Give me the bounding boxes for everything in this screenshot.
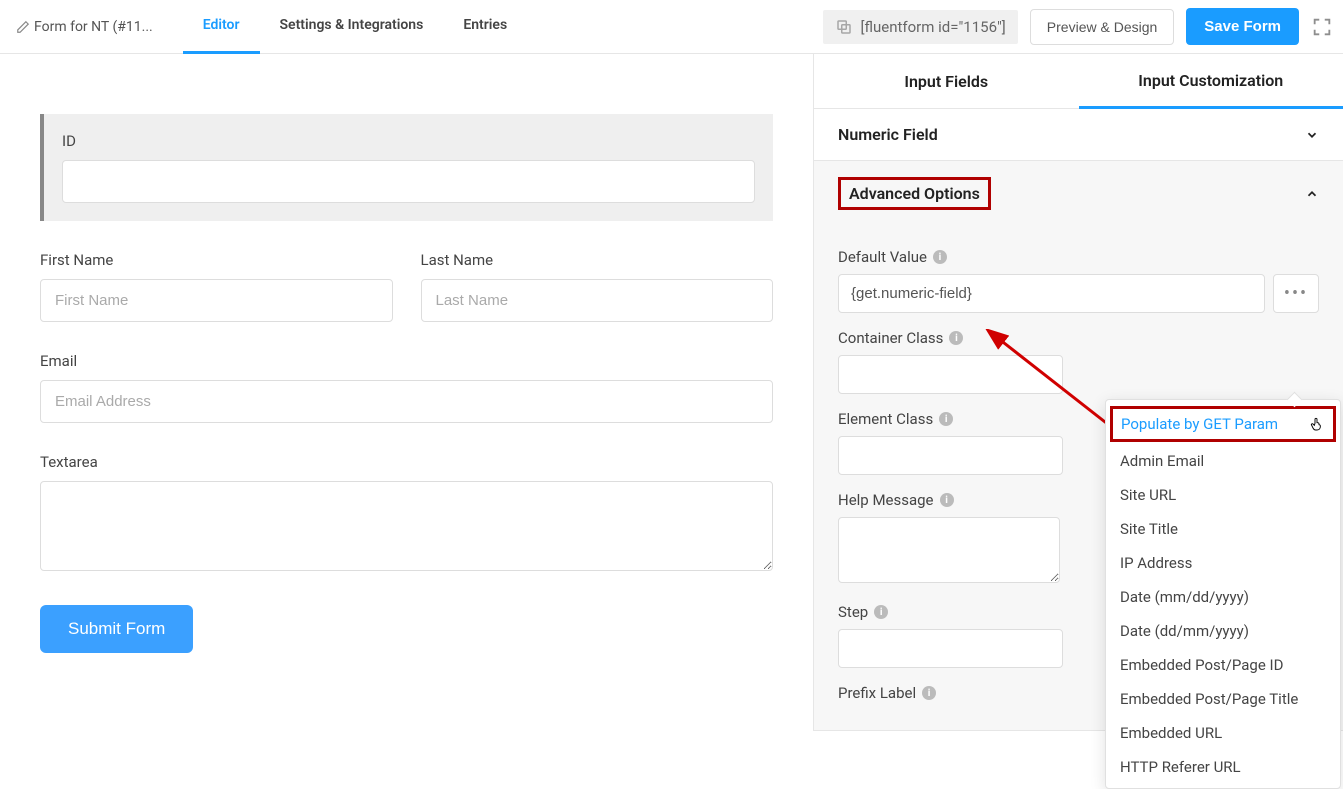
tab-settings[interactable]: Settings & Integrations (260, 0, 444, 54)
info-icon[interactable]: i (939, 412, 953, 426)
opt-container-class-label: Container Class (838, 329, 943, 347)
field-id-input[interactable] (62, 160, 755, 203)
shortcode-box[interactable]: [fluentform id="1156"] (823, 10, 1018, 44)
shortcode-picker-button[interactable]: ••• (1273, 274, 1319, 313)
preview-design-button[interactable]: Preview & Design (1030, 9, 1175, 45)
dropdown-item-admin-email[interactable]: Admin Email (1106, 444, 1340, 478)
opt-container-class: Container Class i (838, 329, 1319, 394)
form-canvas: ID First Name Last Name Email Textarea (0, 54, 813, 731)
panel-advanced-options[interactable]: Advanced Options (814, 161, 1343, 226)
opt-element-class-label: Element Class (838, 410, 933, 428)
opt-prefix-label-label: Prefix Label (838, 684, 916, 702)
shortcode-text: [fluentform id="1156"] (861, 18, 1006, 36)
tab-entries[interactable]: Entries (443, 0, 527, 54)
submit-button[interactable]: Submit Form (40, 605, 193, 653)
info-icon[interactable]: i (933, 250, 947, 264)
dropdown-item-label: Populate by GET Param (1121, 415, 1278, 433)
field-textarea-block[interactable]: Textarea (40, 453, 773, 575)
dropdown-item-date-dmy[interactable]: Date (dd/mm/yyyy) (1106, 614, 1340, 648)
opt-help-message-label: Help Message (838, 491, 934, 509)
field-lastname-label: Last Name (421, 251, 774, 269)
opt-default-value-label: Default Value (838, 248, 927, 266)
chevron-up-icon (1305, 187, 1319, 201)
field-id-label: ID (62, 132, 755, 150)
tab-editor[interactable]: Editor (183, 0, 260, 54)
panel-numeric-field[interactable]: Numeric Field (814, 109, 1343, 160)
highlight-advanced-options: Advanced Options (838, 177, 991, 210)
dropdown-item-http-referer[interactable]: HTTP Referer URL (1106, 750, 1340, 784)
chevron-down-icon (1305, 128, 1319, 142)
dropdown-item-ip-address[interactable]: IP Address (1106, 546, 1340, 580)
panel-advanced-title: Advanced Options (849, 184, 980, 203)
dropdown-item-populate-get[interactable]: Populate by GET Param (1110, 406, 1336, 442)
sidebar: Input Fields Input Customization Numeric… (813, 54, 1343, 731)
field-textarea-input[interactable] (40, 481, 773, 571)
field-firstname-input[interactable] (40, 279, 393, 322)
save-form-button[interactable]: Save Form (1186, 8, 1299, 45)
field-email-block[interactable]: Email (40, 352, 773, 423)
info-icon[interactable]: i (949, 331, 963, 345)
dropdown-item-date-mdy[interactable]: Date (mm/dd/yyyy) (1106, 580, 1340, 614)
dropdown-item-site-title[interactable]: Site Title (1106, 512, 1340, 546)
info-icon[interactable]: i (922, 686, 936, 700)
dropdown-item-embedded-id[interactable]: Embedded Post/Page ID (1106, 648, 1340, 682)
form-title: Form for NT (#11... (34, 19, 153, 35)
dropdown-item-embedded-title[interactable]: Embedded Post/Page Title (1106, 682, 1340, 716)
opt-step-label: Step (838, 603, 868, 621)
step-input[interactable] (838, 629, 1063, 668)
container-class-input[interactable] (838, 355, 1063, 394)
field-email-label: Email (40, 352, 773, 370)
panel-numeric-title: Numeric Field (838, 125, 938, 144)
cursor-hand-icon (1309, 415, 1325, 433)
field-submit-block[interactable]: Submit Form (40, 605, 773, 653)
field-name-block[interactable]: First Name Last Name (40, 251, 773, 322)
pencil-icon (16, 20, 30, 34)
field-textarea-label: Textarea (40, 453, 773, 471)
field-firstname-label: First Name (40, 251, 393, 269)
field-email-input[interactable] (40, 380, 773, 423)
help-message-input[interactable] (838, 517, 1060, 583)
info-icon[interactable]: i (874, 605, 888, 619)
sidebar-tab-input-customization[interactable]: Input Customization (1079, 54, 1343, 109)
element-class-input[interactable] (838, 436, 1063, 475)
opt-default-value: Default Value i ••• (838, 248, 1319, 313)
dropdown-item-site-url[interactable]: Site URL (1106, 478, 1340, 512)
field-id-block[interactable]: ID (40, 114, 773, 221)
copy-icon (835, 18, 853, 36)
field-lastname-input[interactable] (421, 279, 774, 322)
fullscreen-icon[interactable] (1311, 16, 1333, 38)
dropdown-item-embedded-url[interactable]: Embedded URL (1106, 716, 1340, 750)
info-icon[interactable]: i (940, 493, 954, 507)
default-value-input[interactable] (838, 274, 1265, 313)
sidebar-tab-input-fields[interactable]: Input Fields (814, 54, 1079, 109)
